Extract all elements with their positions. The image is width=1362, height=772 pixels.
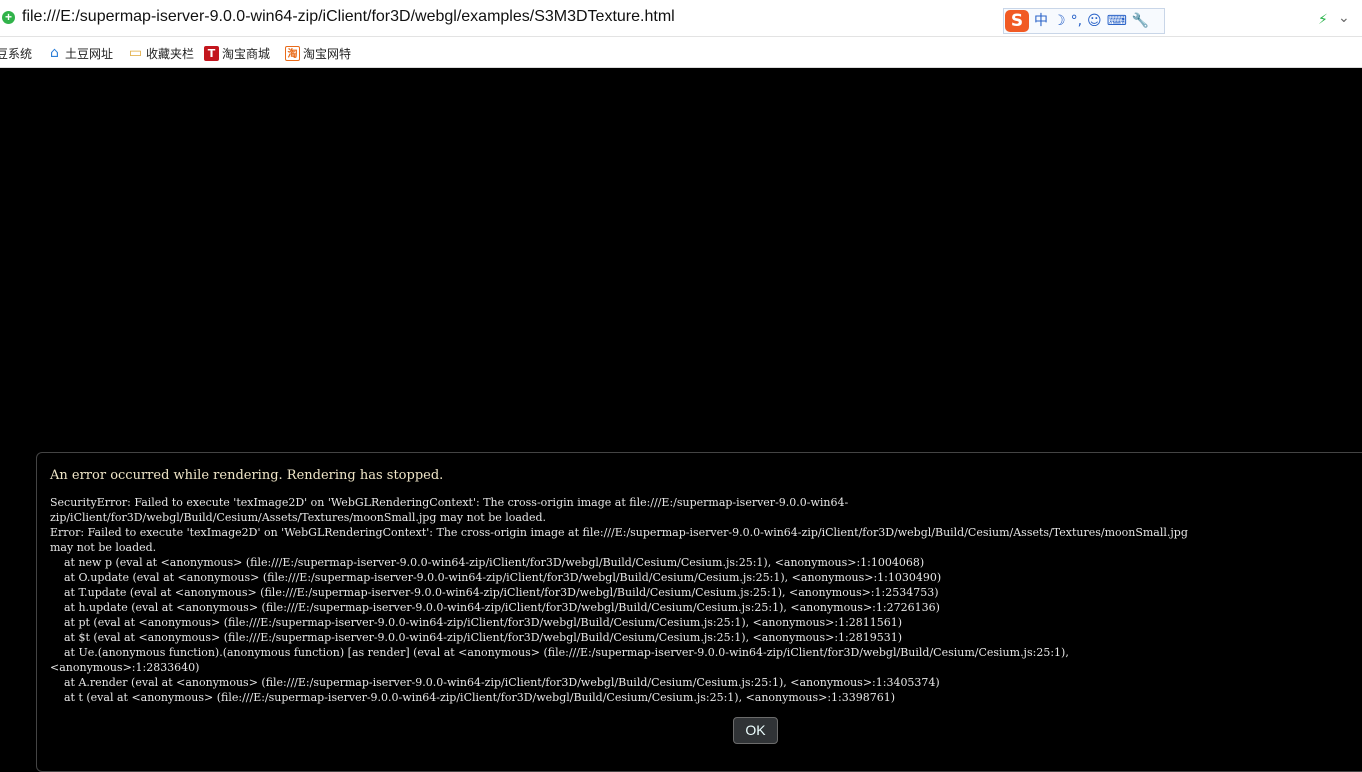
bookmark-item[interactable]: 豆系统 [0, 45, 32, 62]
lightning-icon[interactable]: ⚡ [1318, 11, 1328, 28]
bookmark-item[interactable]: T 淘宝商城 [204, 45, 270, 62]
error-message: SecurityError: Failed to execute 'texIma… [50, 496, 1188, 704]
url-text[interactable]: file:///E:/supermap-iserver-9.0.0-win64-… [22, 8, 675, 26]
page-info-icon[interactable]: + [2, 11, 15, 24]
folder-icon: ▭ [128, 45, 143, 61]
bookmark-item[interactable]: ▭ 收藏夹栏 [128, 45, 194, 62]
keyboard-icon[interactable]: ⌨ [1107, 10, 1127, 32]
emoji-icon[interactable]: ☺ [1087, 10, 1102, 32]
bookmark-label: 豆系统 [0, 47, 33, 61]
punctuation-icon[interactable]: °, [1071, 10, 1082, 32]
ok-button[interactable]: OK [733, 717, 778, 744]
bookmark-item[interactable]: 淘 淘宝网特 [285, 45, 351, 62]
error-title: An error occurred while rendering. Rende… [50, 468, 444, 483]
ime-toolbar[interactable]: S 中 ☽ °, ☺ ⌨ 🔧 [1003, 8, 1165, 34]
bookmark-label: 土豆网址 [65, 47, 114, 61]
moon-icon[interactable]: ☽ [1053, 10, 1066, 32]
tmall-icon: T [204, 46, 219, 61]
ime-chinese-mode[interactable]: 中 [1034, 10, 1048, 32]
bookmark-item[interactable]: ⌂ 土豆网址 [47, 45, 113, 62]
address-bar[interactable]: + file:///E:/supermap-iserver-9.0.0-win6… [0, 0, 1362, 37]
bookmark-label: 淘宝商城 [222, 47, 271, 61]
webgl-viewport[interactable]: An error occurred while rendering. Rende… [0, 68, 1362, 772]
taobao-icon: 淘 [285, 46, 300, 61]
browser-chrome: + file:///E:/supermap-iserver-9.0.0-win6… [0, 0, 1362, 68]
sogou-logo-icon[interactable]: S [1005, 10, 1029, 32]
error-dialog: An error occurred while rendering. Rende… [36, 452, 1362, 772]
chevron-down-icon[interactable]: ⌄ [1338, 9, 1350, 26]
home-icon: ⌂ [50, 45, 59, 61]
bookmarks-bar: 豆系统 ⌂ 土豆网址 ▭ 收藏夹栏 T 淘宝商城 淘 淘宝网特 [0, 38, 1362, 68]
wrench-icon[interactable]: 🔧 [1132, 10, 1149, 32]
bookmark-label: 淘宝网特 [303, 47, 352, 61]
bookmark-label: 收藏夹栏 [146, 47, 195, 61]
